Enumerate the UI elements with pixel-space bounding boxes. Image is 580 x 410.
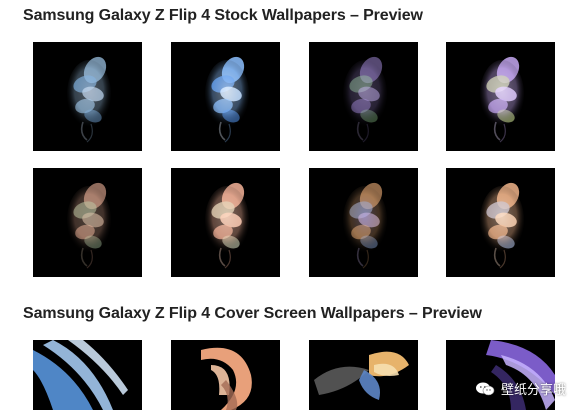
wallpaper-thumbnail[interactable]: [446, 42, 555, 151]
cover-wallpaper-thumbnail[interactable]: [171, 340, 280, 410]
section-title-stock: Samsung Galaxy Z Flip 4 Stock Wallpapers…: [23, 7, 423, 24]
watermark-text: 壁纸分享哦: [500, 383, 566, 398]
wallpaper-thumbnail[interactable]: [33, 168, 142, 277]
section-title-cover: Samsung Galaxy Z Flip 4 Cover Screen Wal…: [23, 305, 482, 322]
wallpaper-thumbnail[interactable]: [446, 168, 555, 277]
wallpaper-thumbnail[interactable]: [171, 42, 280, 151]
wallpaper-thumbnail[interactable]: [309, 168, 418, 277]
cover-wallpaper-thumbnail[interactable]: [446, 340, 555, 410]
watermark: 壁纸分享哦: [475, 379, 566, 398]
wallpaper-thumbnail[interactable]: [33, 42, 142, 151]
wechat-icon: [475, 382, 495, 395]
cover-wallpaper-thumbnail[interactable]: [309, 340, 418, 410]
wallpaper-thumbnail[interactable]: [309, 42, 418, 151]
cover-wallpaper-thumbnail[interactable]: [33, 340, 142, 410]
wallpaper-thumbnail[interactable]: [171, 168, 280, 277]
